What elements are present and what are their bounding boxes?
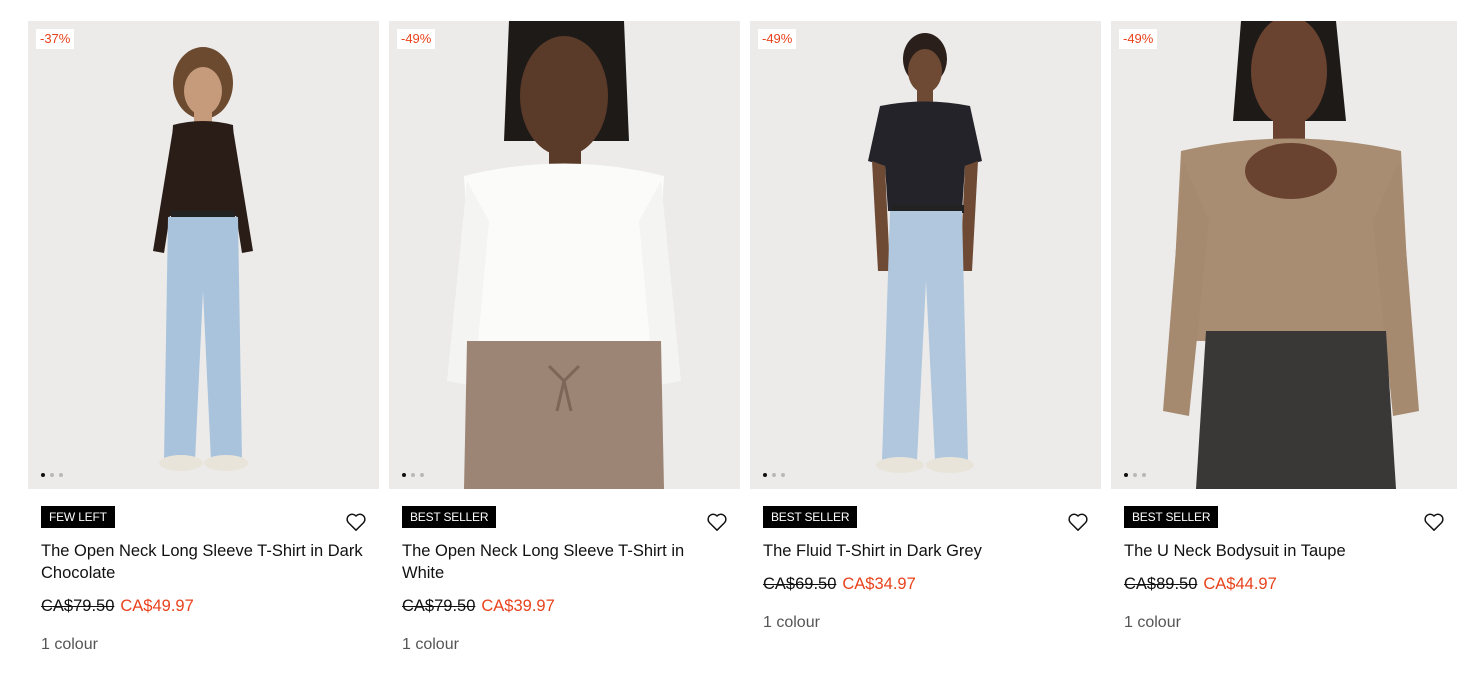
image-carousel-dots[interactable]	[763, 473, 785, 477]
sale-price: CA$44.97	[1203, 575, 1277, 593]
price-row: CA$69.50 CA$34.97	[763, 573, 1088, 595]
carousel-dot[interactable]	[1133, 473, 1137, 477]
product-card[interactable]: -49% BEST SELLER The U Neck Bodysuit in …	[1111, 21, 1457, 656]
carousel-dot[interactable]	[1124, 473, 1128, 477]
product-info: BEST SELLER The U Neck Bodysuit in Taupe…	[1111, 489, 1457, 634]
carousel-dot[interactable]	[763, 473, 767, 477]
colour-count: 1 colour	[1124, 614, 1181, 631]
wishlist-heart-icon[interactable]	[1423, 512, 1445, 532]
price-row: CA$89.50 CA$44.97	[1124, 573, 1444, 595]
product-image[interactable]: -49%	[750, 21, 1101, 489]
product-image[interactable]: -37%	[28, 21, 379, 489]
product-name[interactable]: The Fluid T-Shirt in Dark Grey	[763, 540, 1088, 562]
product-name[interactable]: The Open Neck Long Sleeve T-Shirt in Dar…	[41, 540, 366, 584]
wishlist-heart-icon[interactable]	[345, 512, 367, 532]
discount-badge: -49%	[1119, 29, 1158, 49]
wishlist-heart-icon[interactable]	[706, 512, 728, 532]
sale-price: CA$39.97	[481, 597, 555, 615]
product-image[interactable]: -49%	[389, 21, 740, 489]
original-price: CA$79.50	[402, 597, 476, 615]
status-badge: FEW LEFT	[41, 506, 115, 528]
product-card[interactable]: -37% FEW LEFT The Open Neck Long Sleeve …	[28, 21, 379, 656]
price-row: CA$79.50 CA$39.97	[402, 595, 727, 617]
product-card[interactable]: -49% BEST SELLER The Open Neck Long Slee…	[389, 21, 740, 656]
original-price: CA$79.50	[41, 597, 115, 615]
product-card[interactable]: -49% BEST SELLER The Fluid T-Shirt in Da…	[750, 21, 1101, 656]
carousel-dot[interactable]	[772, 473, 776, 477]
colour-count: 1 colour	[402, 636, 459, 653]
carousel-dot[interactable]	[420, 473, 424, 477]
discount-badge: -49%	[758, 29, 797, 49]
carousel-dot[interactable]	[1142, 473, 1146, 477]
status-badge: BEST SELLER	[402, 506, 497, 528]
product-image[interactable]: -49%	[1111, 21, 1457, 489]
carousel-dot[interactable]	[50, 473, 54, 477]
product-name[interactable]: The U Neck Bodysuit in Taupe	[1124, 540, 1444, 562]
image-carousel-dots[interactable]	[402, 473, 424, 477]
wishlist-heart-icon[interactable]	[1067, 512, 1089, 532]
sale-price: CA$34.97	[842, 575, 916, 593]
original-price: CA$89.50	[1124, 575, 1198, 593]
product-info: BEST SELLER The Fluid T-Shirt in Dark Gr…	[750, 489, 1101, 634]
status-badge: BEST SELLER	[1124, 506, 1219, 528]
product-name[interactable]: The Open Neck Long Sleeve T-Shirt in Whi…	[402, 540, 727, 584]
image-carousel-dots[interactable]	[1124, 473, 1146, 477]
model-photo	[1111, 21, 1457, 489]
product-info: FEW LEFT The Open Neck Long Sleeve T-Shi…	[28, 489, 379, 656]
discount-badge: -37%	[36, 29, 75, 49]
carousel-dot[interactable]	[59, 473, 63, 477]
model-photo	[389, 21, 740, 489]
image-carousel-dots[interactable]	[41, 473, 63, 477]
sale-price: CA$49.97	[120, 597, 194, 615]
model-photo	[28, 21, 379, 489]
carousel-dot[interactable]	[781, 473, 785, 477]
original-price: CA$69.50	[763, 575, 837, 593]
model-photo	[750, 21, 1101, 489]
product-grid: -37% FEW LEFT The Open Neck Long Sleeve …	[28, 21, 1457, 656]
price-row: CA$79.50 CA$49.97	[41, 595, 366, 617]
colour-count: 1 colour	[763, 614, 820, 631]
product-info: BEST SELLER The Open Neck Long Sleeve T-…	[389, 489, 740, 656]
carousel-dot[interactable]	[402, 473, 406, 477]
carousel-dot[interactable]	[411, 473, 415, 477]
carousel-dot[interactable]	[41, 473, 45, 477]
discount-badge: -49%	[397, 29, 436, 49]
colour-count: 1 colour	[41, 636, 98, 653]
status-badge: BEST SELLER	[763, 506, 858, 528]
